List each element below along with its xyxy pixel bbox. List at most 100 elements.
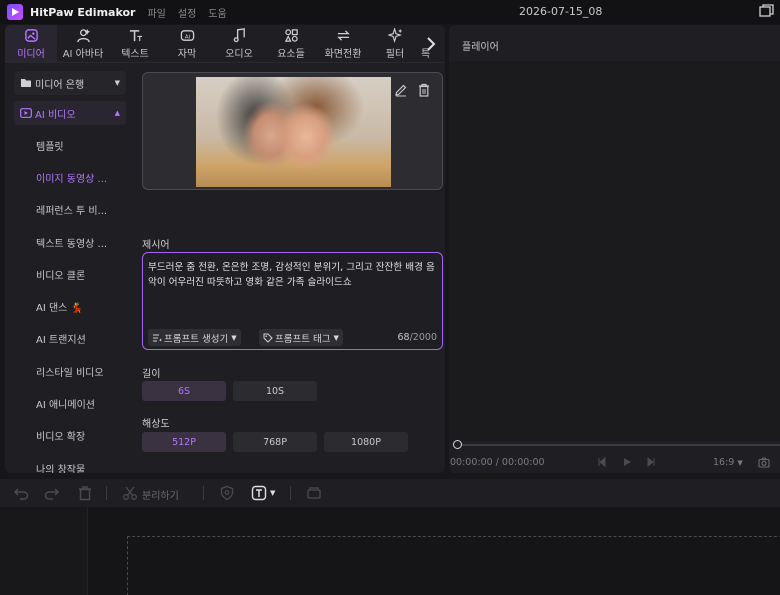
app-logo-icon (7, 4, 23, 20)
tab-ai-avatar[interactable]: AI 아바타 (57, 25, 109, 62)
split-label[interactable]: 분리하기 (142, 487, 179, 502)
tab-label: 화면전환 (324, 49, 362, 60)
sidebar-item-reference-to-video[interactable]: 레퍼런스 투 비... (10, 194, 130, 226)
tab-label: 텍스트 (121, 49, 149, 60)
svg-text:AI: AI (184, 34, 190, 40)
sidebar-group-label: AI 비디오 (35, 109, 76, 121)
sidebar-item-template[interactable]: 템플릿 (10, 129, 130, 161)
sidebar-item-video-clone[interactable]: 비디오 클론 (10, 258, 130, 290)
prompt-tag-button[interactable]: 프롬프트 태그 ▼ (259, 329, 343, 346)
tab-text[interactable]: 텍스트 (109, 25, 161, 62)
subtitle-icon: AI (180, 27, 195, 43)
player-viewport[interactable] (449, 61, 780, 441)
caret-up-icon: ▲ (114, 109, 120, 117)
sidebar-group-ai-video[interactable]: AI 비디오 ▲ (14, 101, 126, 125)
tab-label: 요소들 (277, 49, 305, 60)
title-bar: HitPaw Edimakor 파일 설정 도움 2026-07-15_08 (0, 0, 780, 24)
caret-down-icon: ▼ (737, 459, 743, 467)
tab-media[interactable]: 미디어 (5, 25, 57, 62)
undo-icon[interactable] (13, 485, 29, 501)
filter-icon (387, 27, 403, 43)
media-panel: 미디어 AI 아바타 텍스트 AI 자막 오디오 요소들 화면전환 필터 특 미… (5, 25, 445, 473)
sidebar-item-restyle-video[interactable]: 리스타일 비디오 (10, 355, 130, 387)
caret-down-icon[interactable]: ▼ (270, 489, 275, 497)
app-name: HitPaw Edimakor (30, 5, 136, 19)
prompt-input[interactable]: 부드러운 줌 전환, 온은한 조명, 감성적인 분위기, 그리고 잔잔한 배경 … (142, 252, 443, 350)
seek-bar[interactable] (458, 444, 780, 446)
tab-elements[interactable]: 요소들 (265, 25, 317, 62)
track-header (0, 507, 88, 595)
shield-icon[interactable] (219, 485, 235, 501)
tab-label: AI 아바타 (62, 49, 104, 60)
window-restore-icon[interactable] (758, 4, 774, 18)
generate-bar: AI 60/0 생성 (136, 466, 445, 473)
image-upload-area[interactable] (142, 72, 443, 190)
transition-icon (336, 27, 351, 43)
seek-handle[interactable] (453, 440, 462, 449)
tag-icon (263, 333, 273, 343)
image-to-video-panel: 제시어 부드러운 줌 전환, 온은한 조명, 감성적인 분위기, 그리고 잔잔한… (136, 63, 445, 473)
toolbar-divider (106, 486, 107, 500)
edit-icon[interactable] (394, 83, 408, 97)
resolution-label: 해상도 (142, 419, 170, 430)
tab-transition[interactable]: 화면전환 (317, 25, 369, 62)
media-icon (24, 27, 39, 43)
char-limit: /2000 (409, 332, 437, 343)
resolution-option-768p[interactable]: 768P (233, 432, 317, 452)
tab-label: 오디오 (225, 49, 253, 60)
previous-frame-icon[interactable] (597, 457, 607, 467)
folder-icon (21, 79, 31, 87)
snapshot-icon[interactable] (758, 457, 770, 468)
text-icon (128, 27, 143, 43)
sidebar-item-video-expand[interactable]: 비디오 확장 (10, 420, 130, 452)
sidebar-item-text-to-video[interactable]: 텍스트 동영상 ... (10, 226, 130, 258)
player-panel: 플레이어 00:00:00 / 00:00:00 16:9 ▼ (449, 25, 780, 473)
toolbar-divider (290, 486, 291, 500)
tab-subtitle[interactable]: AI 자막 (161, 25, 213, 62)
play-icon[interactable] (622, 457, 632, 467)
aspect-ratio-select[interactable]: 16:9 ▼ (713, 457, 743, 468)
layers-icon[interactable] (306, 485, 322, 501)
chevron-right-icon[interactable] (425, 36, 437, 52)
text-template-icon[interactable] (251, 485, 267, 501)
caret-down-icon: ▼ (231, 333, 237, 342)
sidebar-group-label: 미디어 은행 (35, 79, 85, 91)
scissors-icon[interactable] (122, 485, 138, 501)
prompt-text[interactable]: 부드러운 줌 전환, 온은한 조명, 감성적인 분위기, 그리고 잔잔한 배경 … (148, 260, 440, 290)
top-tab-bar: 미디어 AI 아바타 텍스트 AI 자막 오디오 요소들 화면전환 필터 특 (5, 25, 445, 63)
player-title: 플레이어 (462, 42, 499, 53)
sidebar-item-my-creations[interactable]: 나의 창작물 (10, 452, 130, 473)
length-option-10s[interactable]: 10S (233, 381, 317, 401)
elements-icon (284, 27, 299, 43)
sidebar-item-image-to-video[interactable]: 이미지 동영상 ... (10, 161, 130, 193)
timecode: 00:00:00 / 00:00:00 (450, 457, 545, 468)
aspect-ratio-value: 16:9 (713, 457, 735, 468)
tab-filter[interactable]: 필터 (369, 25, 421, 62)
next-frame-icon[interactable] (646, 457, 656, 467)
tab-label: 자막 (177, 49, 197, 60)
tab-label: 필터 (385, 49, 405, 60)
resolution-option-1080p[interactable]: 1080P (324, 432, 408, 452)
tab-audio[interactable]: 오디오 (213, 25, 265, 62)
sidebar-item-ai-animation[interactable]: AI 애니메이션 (10, 387, 130, 419)
sidebar: 미디어 은행 ▼ AI 비디오 ▲ 템플릿 이미지 동영상 ... 레퍼런스 투… (10, 68, 130, 473)
audio-icon (232, 27, 247, 43)
sidebar-item-ai-transition[interactable]: AI 트랜지션 (10, 323, 130, 355)
prompt-generator-button[interactable]: 프롬프트 생성기 ▼ (148, 329, 241, 346)
resolution-option-512p[interactable]: 512P (142, 432, 226, 452)
redo-icon[interactable] (44, 485, 60, 501)
prompt-label: 제시어 (142, 240, 170, 251)
timeline-toolbar (0, 479, 780, 507)
menu-settings[interactable]: 설정 (178, 5, 196, 20)
menu-file[interactable]: 파일 (147, 5, 165, 20)
project-name: 2026-07-15_08 (519, 5, 603, 18)
sidebar-item-ai-dance[interactable]: AI 댄스 💃 (10, 290, 130, 322)
sidebar-group-media-bank[interactable]: 미디어 은행 ▼ (14, 71, 126, 95)
menu-help[interactable]: 도움 (208, 5, 226, 20)
delete-icon[interactable] (77, 485, 93, 501)
timeline-drop-zone[interactable] (127, 536, 780, 595)
length-option-6s[interactable]: 6S (142, 381, 226, 401)
trash-icon[interactable] (418, 83, 430, 97)
length-label: 길이 (142, 369, 161, 380)
tab-label: 미디어 (17, 49, 45, 60)
